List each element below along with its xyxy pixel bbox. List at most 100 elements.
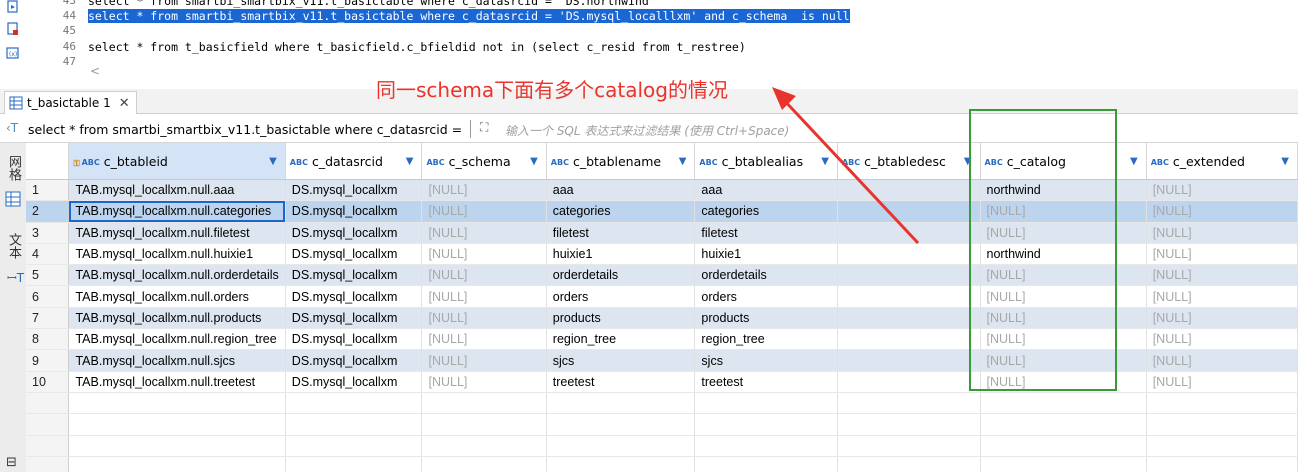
- grid-cell[interactable]: sjcs: [694, 349, 838, 372]
- empty-cell: [546, 392, 696, 415]
- grid-icon[interactable]: [5, 191, 21, 207]
- grid-cell[interactable]: categories: [546, 200, 696, 223]
- grid-cell[interactable]: [NULL]: [1146, 179, 1298, 202]
- grid-cell[interactable]: orderdetails: [546, 264, 696, 287]
- grid-cell[interactable]: DS.mysql_locallxm: [285, 285, 423, 308]
- sort-icon[interactable]: ▼: [1281, 156, 1289, 167]
- grid-cell[interactable]: [NULL]: [1146, 349, 1298, 372]
- grid-cell[interactable]: region_tree: [546, 328, 696, 351]
- grid-cell[interactable]: [837, 349, 981, 372]
- grid-cell[interactable]: TAB.mysql_locallxm.null.treetest: [68, 371, 286, 393]
- grid-cell[interactable]: TAB.mysql_locallxm.null.products: [68, 307, 286, 330]
- grid-cell[interactable]: products: [694, 307, 838, 330]
- grid-cell[interactable]: DS.mysql_locallxm: [285, 264, 423, 287]
- column-header-c-btablealias[interactable]: ABC c_btablealias ▼: [694, 143, 838, 180]
- grid-cell[interactable]: DS.mysql_locallxm: [285, 222, 423, 244]
- sort-icon[interactable]: ▼: [269, 156, 277, 167]
- grid-cell[interactable]: [NULL]: [1146, 264, 1298, 287]
- grid-cell[interactable]: DS.mysql_locallxm: [285, 243, 423, 266]
- grid-cell[interactable]: TAB.mysql_locallxm.null.filetest: [68, 222, 286, 244]
- grid-cell[interactable]: region_tree: [694, 328, 838, 351]
- column-header-c-schema[interactable]: ABC c_schema ▼: [421, 143, 547, 180]
- grid-cell[interactable]: huixie1: [694, 243, 838, 266]
- variables-icon[interactable]: (x): [6, 46, 20, 60]
- sort-icon[interactable]: ▼: [406, 156, 414, 167]
- execute-script-icon[interactable]: [6, 0, 20, 14]
- grid-cell[interactable]: filetest: [546, 222, 696, 244]
- grid-cell[interactable]: orders: [694, 285, 838, 308]
- sort-icon[interactable]: ▼: [1130, 156, 1138, 167]
- scroll-left-arrow[interactable]: <: [90, 64, 100, 78]
- filter-input[interactable]: 输入一个 SQL 表达式来过滤结果 (使用 Ctrl+Space): [505, 122, 789, 139]
- grid-cell[interactable]: sjcs: [546, 349, 696, 372]
- grid-cell[interactable]: [NULL]: [1146, 328, 1298, 351]
- sql-filter-icon[interactable]: ‹T: [6, 121, 18, 135]
- grid-cell[interactable]: TAB.mysql_locallxm.null.orders: [68, 285, 286, 308]
- grid-cell[interactable]: [837, 264, 981, 287]
- grid-cell[interactable]: [NULL]: [1146, 200, 1298, 223]
- sort-icon[interactable]: ▼: [679, 156, 687, 167]
- save-script-icon[interactable]: [6, 22, 20, 36]
- grid-cell[interactable]: TAB.mysql_locallxm.null.categories: [68, 200, 286, 223]
- grid-cell[interactable]: [NULL]: [1146, 371, 1298, 393]
- grid-cell[interactable]: products: [546, 307, 696, 330]
- grid-cell[interactable]: [NULL]: [421, 371, 547, 393]
- grid-cell[interactable]: [NULL]: [421, 328, 547, 351]
- column-header-c-extended[interactable]: ABC c_extended ▼: [1146, 143, 1298, 180]
- grid-cell[interactable]: filetest: [694, 222, 838, 244]
- column-header-c-datasrcid[interactable]: ABC c_datasrcid ▼: [285, 143, 423, 180]
- grid-cell[interactable]: TAB.mysql_locallxm.null.sjcs: [68, 349, 286, 372]
- grid-cell[interactable]: [837, 243, 981, 266]
- grid-cell[interactable]: TAB.mysql_locallxm.null.region_tree: [68, 328, 286, 351]
- grid-cell[interactable]: huixie1: [546, 243, 696, 266]
- grid-cell[interactable]: [837, 371, 981, 393]
- grid-cell[interactable]: DS.mysql_locallxm: [285, 371, 423, 393]
- close-icon[interactable]: ✕: [119, 96, 130, 111]
- record-view-button[interactable]: ⊟: [6, 455, 17, 470]
- grid-cell[interactable]: DS.mysql_locallxm: [285, 328, 423, 351]
- grid-cell[interactable]: [NULL]: [421, 349, 547, 372]
- grid-cell[interactable]: [NULL]: [421, 307, 547, 330]
- grid-cell[interactable]: orders: [546, 285, 696, 308]
- grid-cell[interactable]: [NULL]: [421, 243, 547, 266]
- sort-icon[interactable]: ▼: [821, 156, 829, 167]
- grid-cell[interactable]: [NULL]: [1146, 307, 1298, 330]
- grid-cell[interactable]: [NULL]: [1146, 243, 1298, 266]
- grid-cell[interactable]: [837, 307, 981, 330]
- grid-cell[interactable]: [837, 328, 981, 351]
- grid-cell[interactable]: [NULL]: [421, 222, 547, 244]
- grid-cell[interactable]: [NULL]: [421, 179, 547, 202]
- tab-t-basictable[interactable]: t_basictable 1 ✕: [4, 91, 137, 114]
- grid-cell[interactable]: categories: [694, 200, 838, 223]
- grid-cell[interactable]: TAB.mysql_locallxm.null.huixie1: [68, 243, 286, 266]
- grid-cell[interactable]: [NULL]: [1146, 285, 1298, 308]
- grid-cell[interactable]: treetest: [694, 371, 838, 393]
- grid-cell[interactable]: aaa: [694, 179, 838, 202]
- column-header-c-btableid[interactable]: ⚿ ABC c_btableid ▼: [68, 143, 286, 180]
- grid-cell[interactable]: [NULL]: [421, 264, 547, 287]
- grid-cell[interactable]: [837, 179, 981, 202]
- empty-cell: [285, 413, 423, 436]
- column-header-c-btablename[interactable]: ABC c_btablename ▼: [546, 143, 696, 180]
- grid-cell[interactable]: aaa: [546, 179, 696, 202]
- grid-cell[interactable]: DS.mysql_locallxm: [285, 307, 423, 330]
- sort-icon[interactable]: ▼: [530, 156, 538, 167]
- grid-view-button[interactable]: 网格: [3, 155, 23, 181]
- column-header-c-btabledesc[interactable]: ABC c_btabledesc ▼: [837, 143, 981, 180]
- grid-cell[interactable]: [NULL]: [1146, 222, 1298, 244]
- grid-cell[interactable]: [NULL]: [421, 285, 547, 308]
- grid-cell[interactable]: [837, 285, 981, 308]
- grid-cell[interactable]: treetest: [546, 371, 696, 393]
- grid-cell[interactable]: [837, 200, 981, 223]
- grid-cell[interactable]: DS.mysql_locallxm: [285, 200, 423, 223]
- text-view-button[interactable]: 文本: [3, 233, 23, 259]
- expand-icon[interactable]: ⛶: [480, 120, 488, 135]
- grid-cell[interactable]: DS.mysql_locallxm: [285, 349, 423, 372]
- grid-cell[interactable]: TAB.mysql_locallxm.null.aaa: [68, 179, 286, 202]
- grid-cell[interactable]: [837, 222, 981, 244]
- text-icon[interactable]: ꟷT: [7, 269, 24, 286]
- grid-cell[interactable]: DS.mysql_locallxm: [285, 179, 423, 202]
- grid-cell[interactable]: [NULL]: [421, 200, 547, 223]
- grid-cell[interactable]: TAB.mysql_locallxm.null.orderdetails: [68, 264, 286, 287]
- grid-cell[interactable]: orderdetails: [694, 264, 838, 287]
